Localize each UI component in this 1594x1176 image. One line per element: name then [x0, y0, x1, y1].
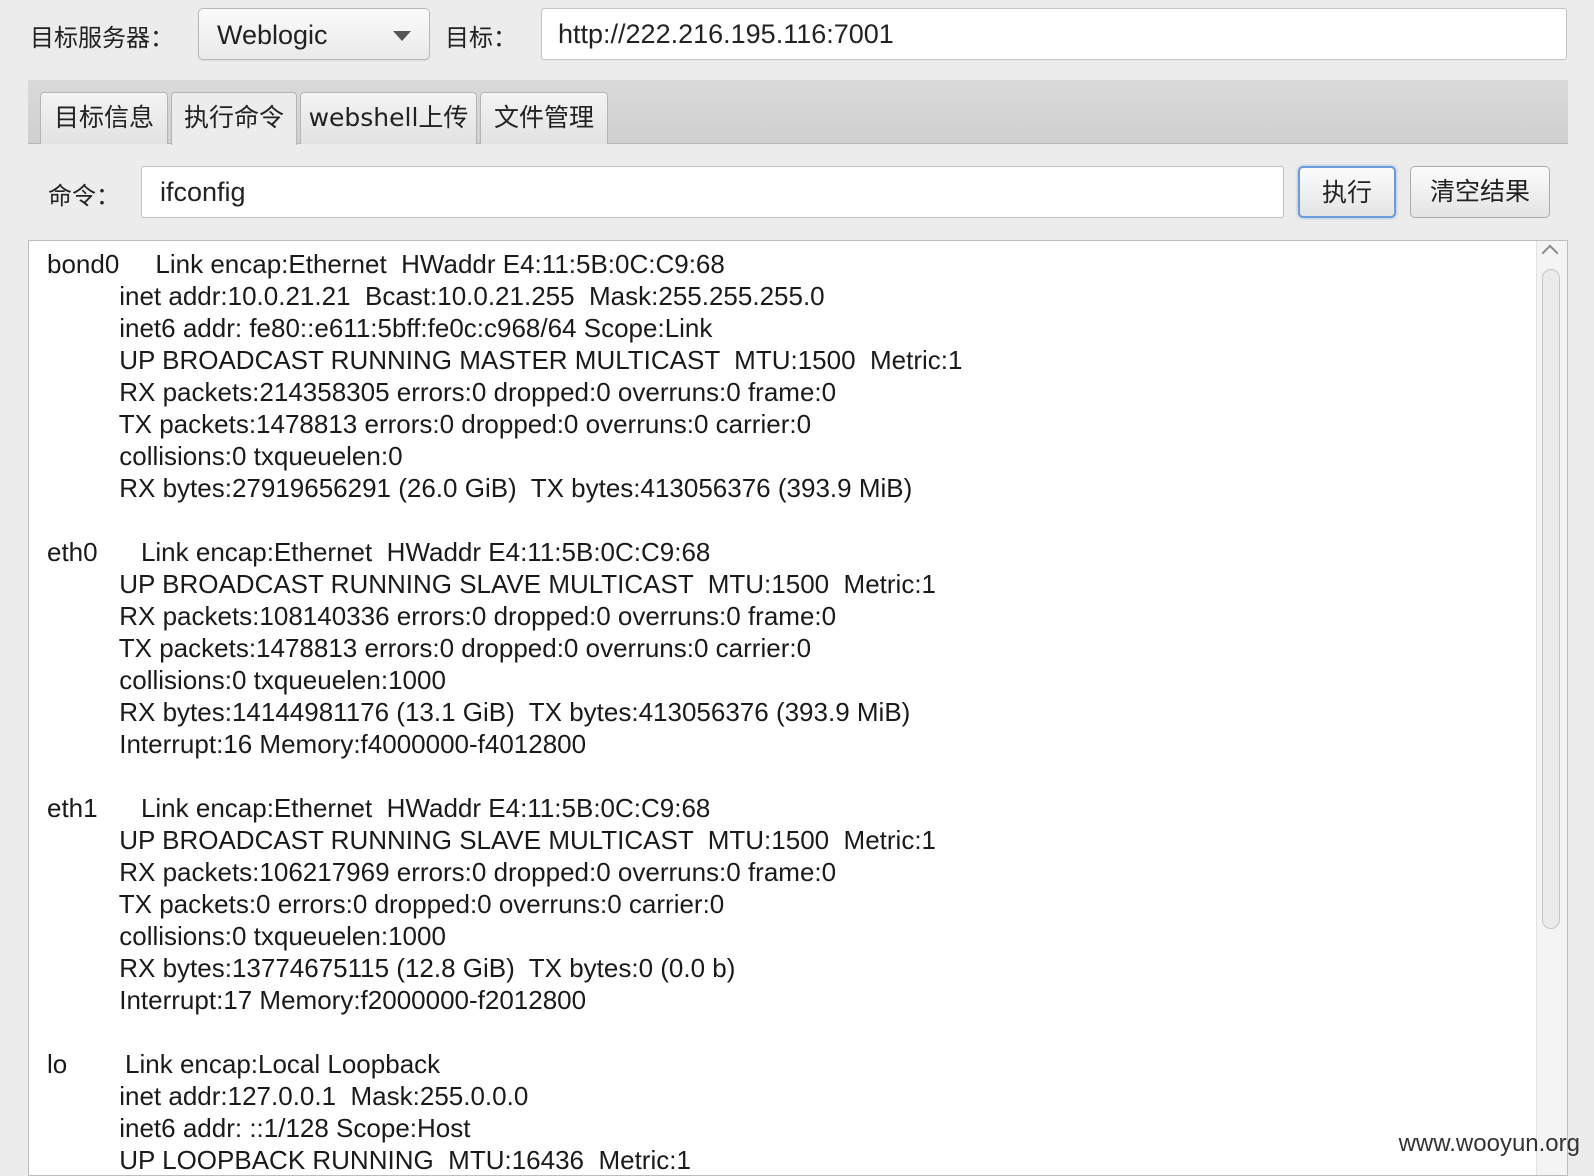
- output-line: RX packets:108140336 errors:0 dropped:0 …: [47, 601, 837, 631]
- watermark-text: www.wooyun.org: [1398, 1130, 1580, 1157]
- tab-bar: 目标信息 执行命令 webshell上传 文件管理: [28, 80, 1568, 145]
- command-output-area[interactable]: bond0 Link encap:Ethernet HWaddr E4:11:5…: [28, 240, 1568, 1176]
- chevron-down-icon: [393, 31, 411, 41]
- command-label: 命令：: [48, 182, 120, 210]
- output-line: UP LOOPBACK RUNNING MTU:16436 Metric:1: [47, 1145, 691, 1175]
- target-server-label: 目标服务器：: [30, 24, 174, 52]
- output-line: Interrupt:16 Memory:f4000000-f4012800: [47, 729, 587, 759]
- command-input[interactable]: ifconfig: [141, 166, 1284, 218]
- output-line: eth1 Link encap:Ethernet HWaddr E4:11:5B…: [47, 793, 711, 823]
- server-type-selected-value: Weblogic: [217, 20, 328, 50]
- scroll-up-arrow-icon[interactable]: [1541, 244, 1559, 262]
- output-line: UP BROADCAST RUNNING MASTER MULTICAST MT…: [47, 345, 963, 375]
- scrollbar-thumb[interactable]: [1542, 269, 1560, 929]
- target-label: 目标：: [445, 24, 517, 52]
- output-line: inet6 addr: fe80::e611:5bff:fe0c:c968/64…: [47, 313, 713, 343]
- output-line: TX packets:0 errors:0 dropped:0 overruns…: [47, 889, 725, 919]
- clear-results-button[interactable]: 清空结果: [1410, 166, 1550, 218]
- output-line: RX packets:106217969 errors:0 dropped:0 …: [47, 857, 837, 887]
- output-line: collisions:0 txqueuelen:0: [47, 441, 403, 471]
- output-line: RX packets:214358305 errors:0 dropped:0 …: [47, 377, 837, 407]
- output-line: inet addr:127.0.0.1 Mask:255.0.0.0: [47, 1081, 529, 1111]
- tab-target-info[interactable]: 目标信息: [40, 92, 168, 144]
- command-output-text: bond0 Link encap:Ethernet HWaddr E4:11:5…: [47, 248, 963, 1175]
- output-line: inet6 addr: ::1/128 Scope:Host: [47, 1113, 471, 1143]
- tab-webshell-upload[interactable]: webshell上传: [300, 92, 477, 144]
- server-type-select[interactable]: Weblogic: [198, 8, 430, 60]
- tab-execute-command[interactable]: 执行命令: [171, 92, 297, 145]
- output-line: RX bytes:27919656291 (26.0 GiB) TX bytes…: [47, 473, 913, 503]
- output-line: UP BROADCAST RUNNING SLAVE MULTICAST MTU…: [47, 569, 937, 599]
- output-line: UP BROADCAST RUNNING SLAVE MULTICAST MTU…: [47, 825, 937, 855]
- execute-button[interactable]: 执行: [1298, 166, 1396, 218]
- output-line: TX packets:1478813 errors:0 dropped:0 ov…: [47, 409, 812, 439]
- output-line: bond0 Link encap:Ethernet HWaddr E4:11:5…: [47, 249, 725, 279]
- output-line: Interrupt:17 Memory:f2000000-f2012800: [47, 985, 587, 1015]
- output-line: TX packets:1478813 errors:0 dropped:0 ov…: [47, 633, 812, 663]
- output-line: RX bytes:13774675115 (12.8 GiB) TX bytes…: [47, 953, 736, 983]
- output-line: collisions:0 txqueuelen:1000: [47, 921, 446, 951]
- output-scrollbar[interactable]: [1536, 241, 1567, 1175]
- output-line: collisions:0 txqueuelen:1000: [47, 665, 446, 695]
- output-line: eth0 Link encap:Ethernet HWaddr E4:11:5B…: [47, 537, 711, 567]
- output-line: lo Link encap:Local Loopback: [47, 1049, 441, 1079]
- output-line: RX bytes:14144981176 (13.1 GiB) TX bytes…: [47, 697, 911, 727]
- tab-file-manager[interactable]: 文件管理: [480, 92, 608, 144]
- output-line: inet addr:10.0.21.21 Bcast:10.0.21.255 M…: [47, 281, 825, 311]
- target-url-input[interactable]: http://222.216.195.116:7001: [541, 8, 1567, 60]
